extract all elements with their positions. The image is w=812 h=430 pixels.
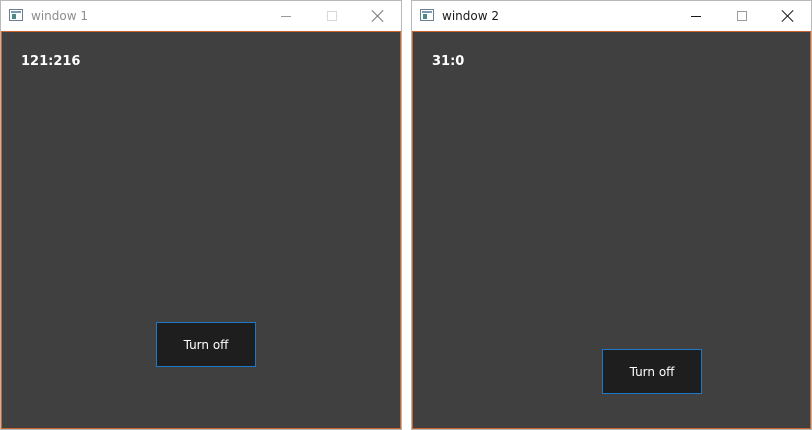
turn-off-button[interactable]: Turn off <box>602 349 702 394</box>
minimize-icon <box>281 16 291 17</box>
maximize-button[interactable] <box>309 1 355 31</box>
window-title: window 2 <box>442 9 499 23</box>
title-bar[interactable]: window 1 <box>1 1 401 31</box>
app-window-icon <box>420 9 434 21</box>
close-button[interactable] <box>765 1 811 31</box>
client-area: 31:0 Turn off <box>412 31 811 429</box>
close-button[interactable] <box>355 1 401 31</box>
window-2: window 2 31:0 Turn off <box>411 0 812 430</box>
counter-label: 31:0 <box>432 54 465 69</box>
maximize-icon <box>327 11 337 21</box>
minimize-button[interactable] <box>673 1 719 31</box>
close-icon <box>782 10 794 22</box>
title-bar[interactable]: window 2 <box>412 1 811 31</box>
turn-off-button[interactable]: Turn off <box>156 322 256 367</box>
minimize-icon <box>691 16 701 17</box>
client-area: 121:216 Turn off <box>1 31 401 429</box>
counter-label: 121:216 <box>21 54 81 69</box>
window-1: window 1 121:216 Turn off <box>0 0 402 430</box>
maximize-button[interactable] <box>719 1 765 31</box>
window-title: window 1 <box>31 9 88 23</box>
maximize-icon <box>737 11 747 21</box>
app-window-icon <box>9 9 23 21</box>
close-icon <box>372 10 384 22</box>
minimize-button[interactable] <box>263 1 309 31</box>
